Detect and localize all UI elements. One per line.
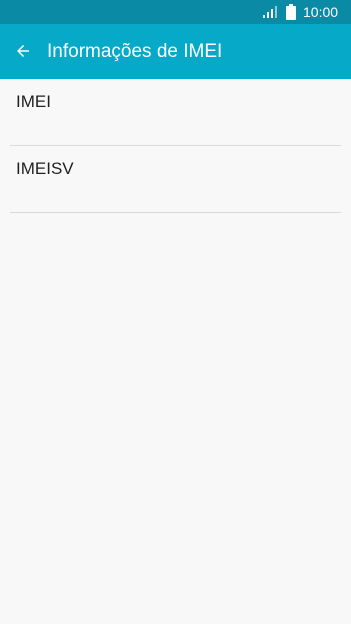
app-bar: Informações de IMEI bbox=[0, 24, 351, 79]
imei-info-list: IMEI IMEISV bbox=[0, 79, 351, 624]
list-item-label: IMEISV bbox=[16, 159, 74, 178]
status-time: 10:00 bbox=[303, 4, 339, 20]
page-title: Informações de IMEI bbox=[47, 41, 223, 62]
back-arrow-icon bbox=[17, 45, 29, 57]
back-button[interactable] bbox=[8, 34, 38, 68]
list-item-label: IMEI bbox=[16, 92, 51, 111]
list-item-imei[interactable]: IMEI bbox=[0, 79, 351, 145]
divider bbox=[10, 212, 341, 213]
screen: 10:00 Informações de IMEI IMEI IMEISV bbox=[0, 0, 351, 624]
list-item-imeisv[interactable]: IMEISV bbox=[0, 146, 351, 212]
battery-icon bbox=[286, 4, 296, 20]
signal-icon bbox=[263, 6, 277, 18]
status-bar: 10:00 bbox=[0, 0, 351, 24]
